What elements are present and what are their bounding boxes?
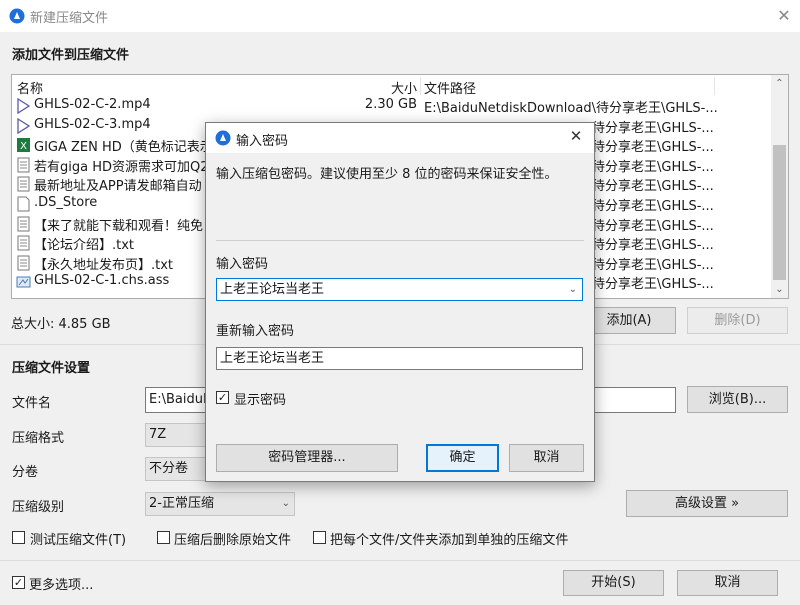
- title-bar: [0, 0, 800, 32]
- delete-source-label[interactable]: 压缩后删除原始文件: [174, 529, 291, 548]
- separate-archives-checkbox[interactable]: [313, 531, 326, 544]
- scroll-up-icon[interactable]: ⌃: [771, 75, 788, 92]
- file-path: 待分享老王\GHLS-...: [592, 218, 714, 234]
- delete-source-checkbox[interactable]: [157, 531, 170, 544]
- file-path: 待分享老王\GHLS-...: [592, 277, 714, 293]
- text-file-icon: [16, 235, 31, 251]
- dialog-cancel-button[interactable]: 取消: [509, 444, 584, 472]
- volume-value: 不分卷: [149, 461, 189, 476]
- divider: [216, 240, 584, 241]
- file-name: .DS_Store: [34, 195, 98, 210]
- format-value: 7Z: [149, 427, 167, 442]
- divider: [0, 560, 800, 561]
- ok-button[interactable]: 确定: [426, 444, 499, 472]
- password-value: 上老王论坛当老王: [220, 282, 325, 297]
- separate-archives-label[interactable]: 把每个文件/文件夹添加到单独的压缩文件: [330, 529, 568, 548]
- level-label: 压缩级别: [12, 500, 65, 515]
- add-files-heading: 添加文件到压缩文件: [12, 48, 130, 63]
- excel-file-icon: X: [16, 137, 31, 153]
- chevron-down-icon: ⌄: [281, 498, 290, 509]
- settings-heading: 压缩文件设置: [12, 361, 91, 376]
- show-password-label[interactable]: 显示密码: [234, 389, 286, 408]
- text-file-icon: [16, 255, 31, 271]
- confirm-password-label: 重新输入密码: [216, 324, 295, 339]
- level-select[interactable]: 2-正常压缩 ⌄: [145, 492, 295, 516]
- column-header-path[interactable]: 文件路径: [424, 78, 476, 97]
- filename-label: 文件名: [12, 396, 52, 411]
- level-value: 2-正常压缩: [149, 496, 214, 511]
- dialog-close-button[interactable]: ✕: [563, 127, 589, 145]
- file-path: 待分享老王\GHLS-...: [592, 179, 714, 195]
- dialog-hint: 输入压缩包密码。建议使用至少 8 位的密码来保证安全性。: [216, 167, 558, 182]
- subtitle-file-icon: [16, 274, 31, 290]
- column-separator: [714, 77, 715, 95]
- text-file-icon: [16, 157, 31, 173]
- test-archive-checkbox[interactable]: [12, 531, 25, 544]
- more-options-checkbox[interactable]: ✓: [12, 576, 25, 589]
- file-path: 待分享老王\GHLS-...: [592, 257, 714, 273]
- delete-button[interactable]: 删除(D): [687, 307, 788, 334]
- text-file-icon: [16, 216, 31, 232]
- add-button[interactable]: 添加(A): [582, 307, 676, 334]
- file-path: 待分享老王\GHLS-...: [592, 199, 714, 214]
- video-file-icon: [16, 97, 31, 115]
- column-header-name[interactable]: 名称: [17, 78, 43, 97]
- text-file-icon: [16, 176, 31, 192]
- scrollbar-thumb[interactable]: [773, 145, 786, 280]
- svg-text:X: X: [20, 141, 27, 152]
- password-input[interactable]: 上老王论坛当老王 ⌄: [216, 278, 583, 301]
- total-size: 总大小: 4.85 GB: [11, 317, 111, 332]
- file-size: 2.30 GB: [364, 97, 417, 112]
- app-logo-icon: [215, 130, 231, 146]
- window-title: 新建压缩文件: [30, 11, 109, 26]
- test-archive-label[interactable]: 测试压缩文件(T): [30, 529, 126, 548]
- file-path: 待分享老王\GHLS-...: [592, 159, 714, 175]
- chevron-down-icon[interactable]: ⌄: [569, 279, 577, 300]
- cancel-button[interactable]: 取消: [677, 570, 778, 596]
- video-file-icon: [16, 117, 31, 134]
- column-header-size[interactable]: 大小: [387, 78, 417, 97]
- file-name: GHLS-02-C-3.mp4: [34, 116, 151, 132]
- show-password-checkbox[interactable]: ✓: [216, 391, 229, 404]
- volume-label: 分卷: [12, 465, 39, 480]
- more-options-label[interactable]: 更多选项...: [29, 574, 93, 593]
- password-label: 输入密码: [216, 257, 269, 272]
- browse-button[interactable]: 浏览(B)...: [687, 386, 788, 413]
- blank-file-icon: [16, 196, 31, 212]
- file-path: 待分享老王\GHLS-...: [592, 120, 714, 136]
- file-name: 若有giga HD资源需求可加Q2: [34, 159, 209, 175]
- file-row[interactable]: GHLS-02-C-2.mp4 2.30 GB E:\BaiduNetdiskDow…: [12, 96, 772, 116]
- window-close-button[interactable]: ✕: [770, 2, 798, 30]
- password-dialog: 输入密码 ✕ 输入压缩包密码。建议使用至少 8 位的密码来保证安全性。 输入密码…: [205, 122, 595, 482]
- column-separator: [420, 77, 421, 95]
- file-name: GHLS-02-C-2.mp4: [34, 97, 151, 112]
- file-name: 最新地址及APP请发邮箱自动: [34, 179, 202, 195]
- file-name: 【永久地址发布页】.txt: [34, 257, 174, 273]
- file-path: E:\BaiduNetdiskDownload\待分享老王\GHLS-...: [424, 101, 718, 116]
- scroll-down-icon[interactable]: ⌄: [771, 281, 788, 298]
- dialog-title: 输入密码: [236, 134, 289, 149]
- file-name: GIGA ZEN HD（黄色标记表示: [34, 140, 213, 156]
- password-manager-button[interactable]: 密码管理器...: [216, 444, 398, 472]
- advanced-settings-button[interactable]: 高级设置 »: [626, 490, 788, 517]
- file-name: GHLS-02-C-1.chs.ass: [34, 273, 170, 289]
- file-name: 【论坛介绍】.txt: [34, 238, 135, 254]
- format-label: 压缩格式: [12, 431, 65, 446]
- file-name: 【来了就能下载和观看！纯免: [34, 218, 204, 234]
- start-button[interactable]: 开始(S): [563, 570, 664, 596]
- file-path: 待分享老王\GHLS-...: [592, 140, 714, 156]
- app-logo-icon: [9, 8, 25, 24]
- confirm-password-input[interactable]: 上老王论坛当老王: [216, 347, 583, 370]
- file-path: 待分享老王\GHLS-...: [592, 238, 714, 254]
